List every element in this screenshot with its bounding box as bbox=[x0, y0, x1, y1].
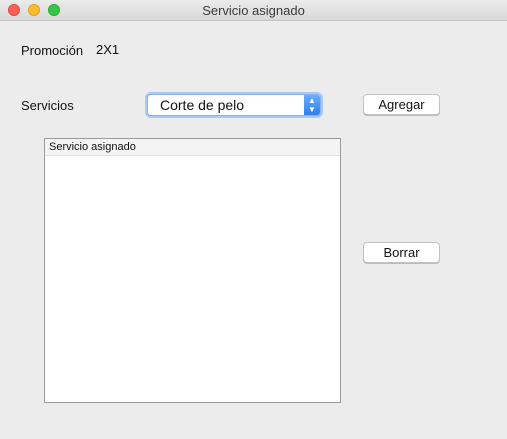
up-down-chevron-icon: ▲ ▼ bbox=[304, 95, 320, 115]
promo-value: 2X1 bbox=[96, 42, 120, 57]
window-title: Servicio asignado bbox=[202, 3, 305, 18]
servicios-label: Servicios bbox=[21, 98, 74, 113]
table-header[interactable]: Servicio asignado bbox=[45, 139, 340, 156]
assigned-services-table[interactable]: Servicio asignado bbox=[44, 138, 341, 403]
servicios-selected: Corte de pelo bbox=[160, 97, 245, 113]
title-bar: Servicio asignado bbox=[0, 0, 507, 21]
minimize-button[interactable] bbox=[28, 4, 40, 16]
close-button[interactable] bbox=[8, 4, 20, 16]
promo-label: Promoción bbox=[21, 43, 84, 58]
servicios-combobox[interactable]: Corte de pelo ▲ ▼ bbox=[147, 94, 321, 116]
zoom-button[interactable] bbox=[48, 4, 60, 16]
agregar-button[interactable]: Agregar bbox=[363, 94, 440, 115]
borrar-button[interactable]: Borrar bbox=[363, 242, 440, 263]
